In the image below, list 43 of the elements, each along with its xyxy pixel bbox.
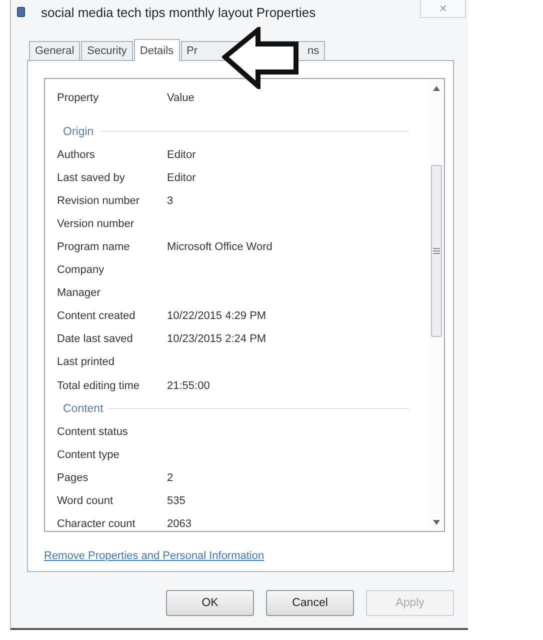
property-name: Manager [57,287,102,300]
property-value: 2063 [167,518,192,530]
scroll-thumb[interactable] [431,165,442,337]
property-value: 3 [167,194,174,207]
property-name: Total editing time [57,380,141,392]
property-name: Pages [57,472,90,484]
property-name: Program name [57,241,131,254]
property-name: Content type [57,448,120,461]
property-value: Editor [167,148,196,161]
property-value: 535 [167,495,186,508]
tab[interactable]: Security [81,41,133,60]
section-heading: Origin [62,126,94,138]
property-name: Last printed [57,356,116,368]
property-name: Company [57,264,106,276]
property-name: Revision number [57,194,141,207]
scroll-up-icon[interactable] [433,86,440,90]
property-name: Word count [57,495,114,508]
property-value: 2 [167,472,174,484]
property-name: Version number [57,218,136,230]
scrollbar[interactable] [429,79,444,531]
property-value: 21:55:00 [167,380,210,392]
property-name: Last saved by [57,172,126,184]
tab[interactable]: Details [134,39,180,61]
section-heading: Content [62,402,104,415]
scroll-down-icon[interactable] [433,520,440,524]
window-title: social media tech tips monthly layout Properties [41,4,317,20]
property-name: Authors [57,148,96,161]
property-value: Editor [167,172,196,184]
property-name: Date last saved [57,333,134,346]
grip-icon [433,248,440,254]
tab[interactable]: General [29,41,80,60]
column-header[interactable]: Property [57,92,167,104]
property-name: Character count [57,518,136,530]
remove-properties-link[interactable]: Remove Properties and Personal Information [44,550,264,562]
property-name: Content status [57,426,129,438]
document-icon [17,7,25,17]
dialog-button[interactable]: Cancel [266,590,354,616]
property-value: Microsoft Office Word [167,241,272,254]
property-value: 10/23/2015 2:24 PM [167,333,266,346]
dialog-button[interactable]: OK [166,590,254,616]
property-name: Content created [57,310,136,322]
column-header[interactable]: Value [167,92,194,104]
property-value: 10/22/2015 4:29 PM [167,310,266,322]
